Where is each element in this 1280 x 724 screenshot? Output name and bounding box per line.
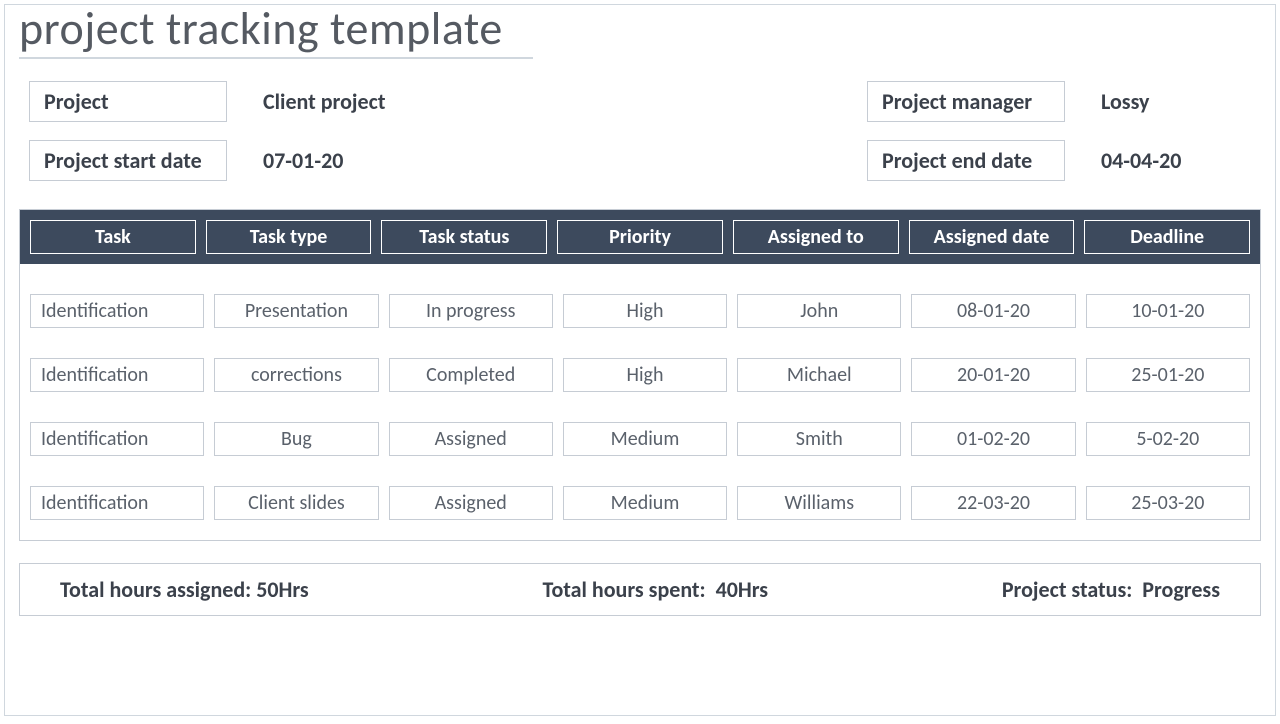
end-date-value: 04-04-20 <box>1101 147 1261 174</box>
cell-deadline: 10-01-20 <box>1086 294 1250 328</box>
cell-priority: Medium <box>563 422 727 456</box>
hours-spent: Total hours spent: 40Hrs <box>542 576 768 603</box>
end-date-label: Project end date <box>867 140 1065 181</box>
task-table: Task Task type Task status Priority Assi… <box>19 209 1261 541</box>
cell-assigned: 01-02-20 <box>911 422 1075 456</box>
project-status-value: Progress <box>1142 576 1220 603</box>
start-date-value: 07-01-20 <box>263 147 343 174</box>
start-date-label: Project start date <box>29 140 227 181</box>
cell-status: Assigned <box>389 486 553 520</box>
cell-task: Identification <box>30 358 204 392</box>
cell-type: Bug <box>214 422 378 456</box>
meta-row-dates: Project start date 07-01-20 Project end … <box>19 140 1261 181</box>
cell-assigned: 08-01-20 <box>911 294 1075 328</box>
meta-row-project: Project Client project Project manager L… <box>19 81 1261 122</box>
table-row: Identification Bug Assigned Medium Smith… <box>30 422 1250 456</box>
page-title: project tracking template <box>19 1 533 59</box>
cell-type: Presentation <box>214 294 378 328</box>
cell-task: Identification <box>30 422 204 456</box>
cell-priority: High <box>563 294 727 328</box>
col-task: Task <box>30 220 196 254</box>
meta-block: Project Client project Project manager L… <box>19 81 1261 181</box>
cell-task: Identification <box>30 486 204 520</box>
project-value: Client project <box>263 88 385 115</box>
hours-spent-label: Total hours spent: <box>542 576 705 603</box>
cell-assigned: 22-03-20 <box>911 486 1075 520</box>
table-row: Identification corrections Completed Hig… <box>30 358 1250 392</box>
table-body: Identification Presentation In progress … <box>20 264 1260 530</box>
footer-summary: Total hours assigned: 50Hrs Total hours … <box>19 563 1261 616</box>
cell-deadline: 5-02-20 <box>1086 422 1250 456</box>
col-deadline: Deadline <box>1084 220 1250 254</box>
col-priority: Priority <box>557 220 723 254</box>
cell-priority: Medium <box>563 486 727 520</box>
manager-label: Project manager <box>867 81 1065 122</box>
table-header: Task Task type Task status Priority Assi… <box>20 210 1260 264</box>
cell-status: Completed <box>389 358 553 392</box>
cell-assignee: Williams <box>737 486 901 520</box>
cell-task: Identification <box>30 294 204 328</box>
project-label: Project <box>29 81 227 122</box>
col-assigned-to: Assigned to <box>733 220 899 254</box>
cell-type: corrections <box>214 358 378 392</box>
cell-assigned: 20-01-20 <box>911 358 1075 392</box>
cell-deadline: 25-03-20 <box>1086 486 1250 520</box>
cell-deadline: 25-01-20 <box>1086 358 1250 392</box>
col-task-type: Task type <box>206 220 372 254</box>
cell-assignee: Smith <box>737 422 901 456</box>
meta-right-manager: Project manager Lossy <box>857 81 1261 122</box>
cell-assignee: John <box>737 294 901 328</box>
cell-priority: High <box>563 358 727 392</box>
cell-status: Assigned <box>389 422 553 456</box>
project-status-label: Project status: <box>1002 576 1132 603</box>
hours-assigned-value: 50Hrs <box>256 576 309 603</box>
cell-type: Client slides <box>214 486 378 520</box>
manager-value: Lossy <box>1101 88 1261 115</box>
cell-assignee: Michael <box>737 358 901 392</box>
template-frame: project tracking template Project Client… <box>4 4 1276 716</box>
hours-spent-value: 40Hrs <box>716 576 769 603</box>
hours-assigned-label: Total hours assigned: <box>60 576 251 603</box>
hours-assigned: Total hours assigned: 50Hrs <box>60 576 309 603</box>
col-assigned-date: Assigned date <box>909 220 1075 254</box>
project-status: Project status: Progress <box>1002 576 1220 603</box>
col-task-status: Task status <box>381 220 547 254</box>
table-row: Identification Presentation In progress … <box>30 294 1250 328</box>
cell-status: In progress <box>389 294 553 328</box>
meta-right-end: Project end date 04-04-20 <box>857 140 1261 181</box>
table-row: Identification Client slides Assigned Me… <box>30 486 1250 520</box>
